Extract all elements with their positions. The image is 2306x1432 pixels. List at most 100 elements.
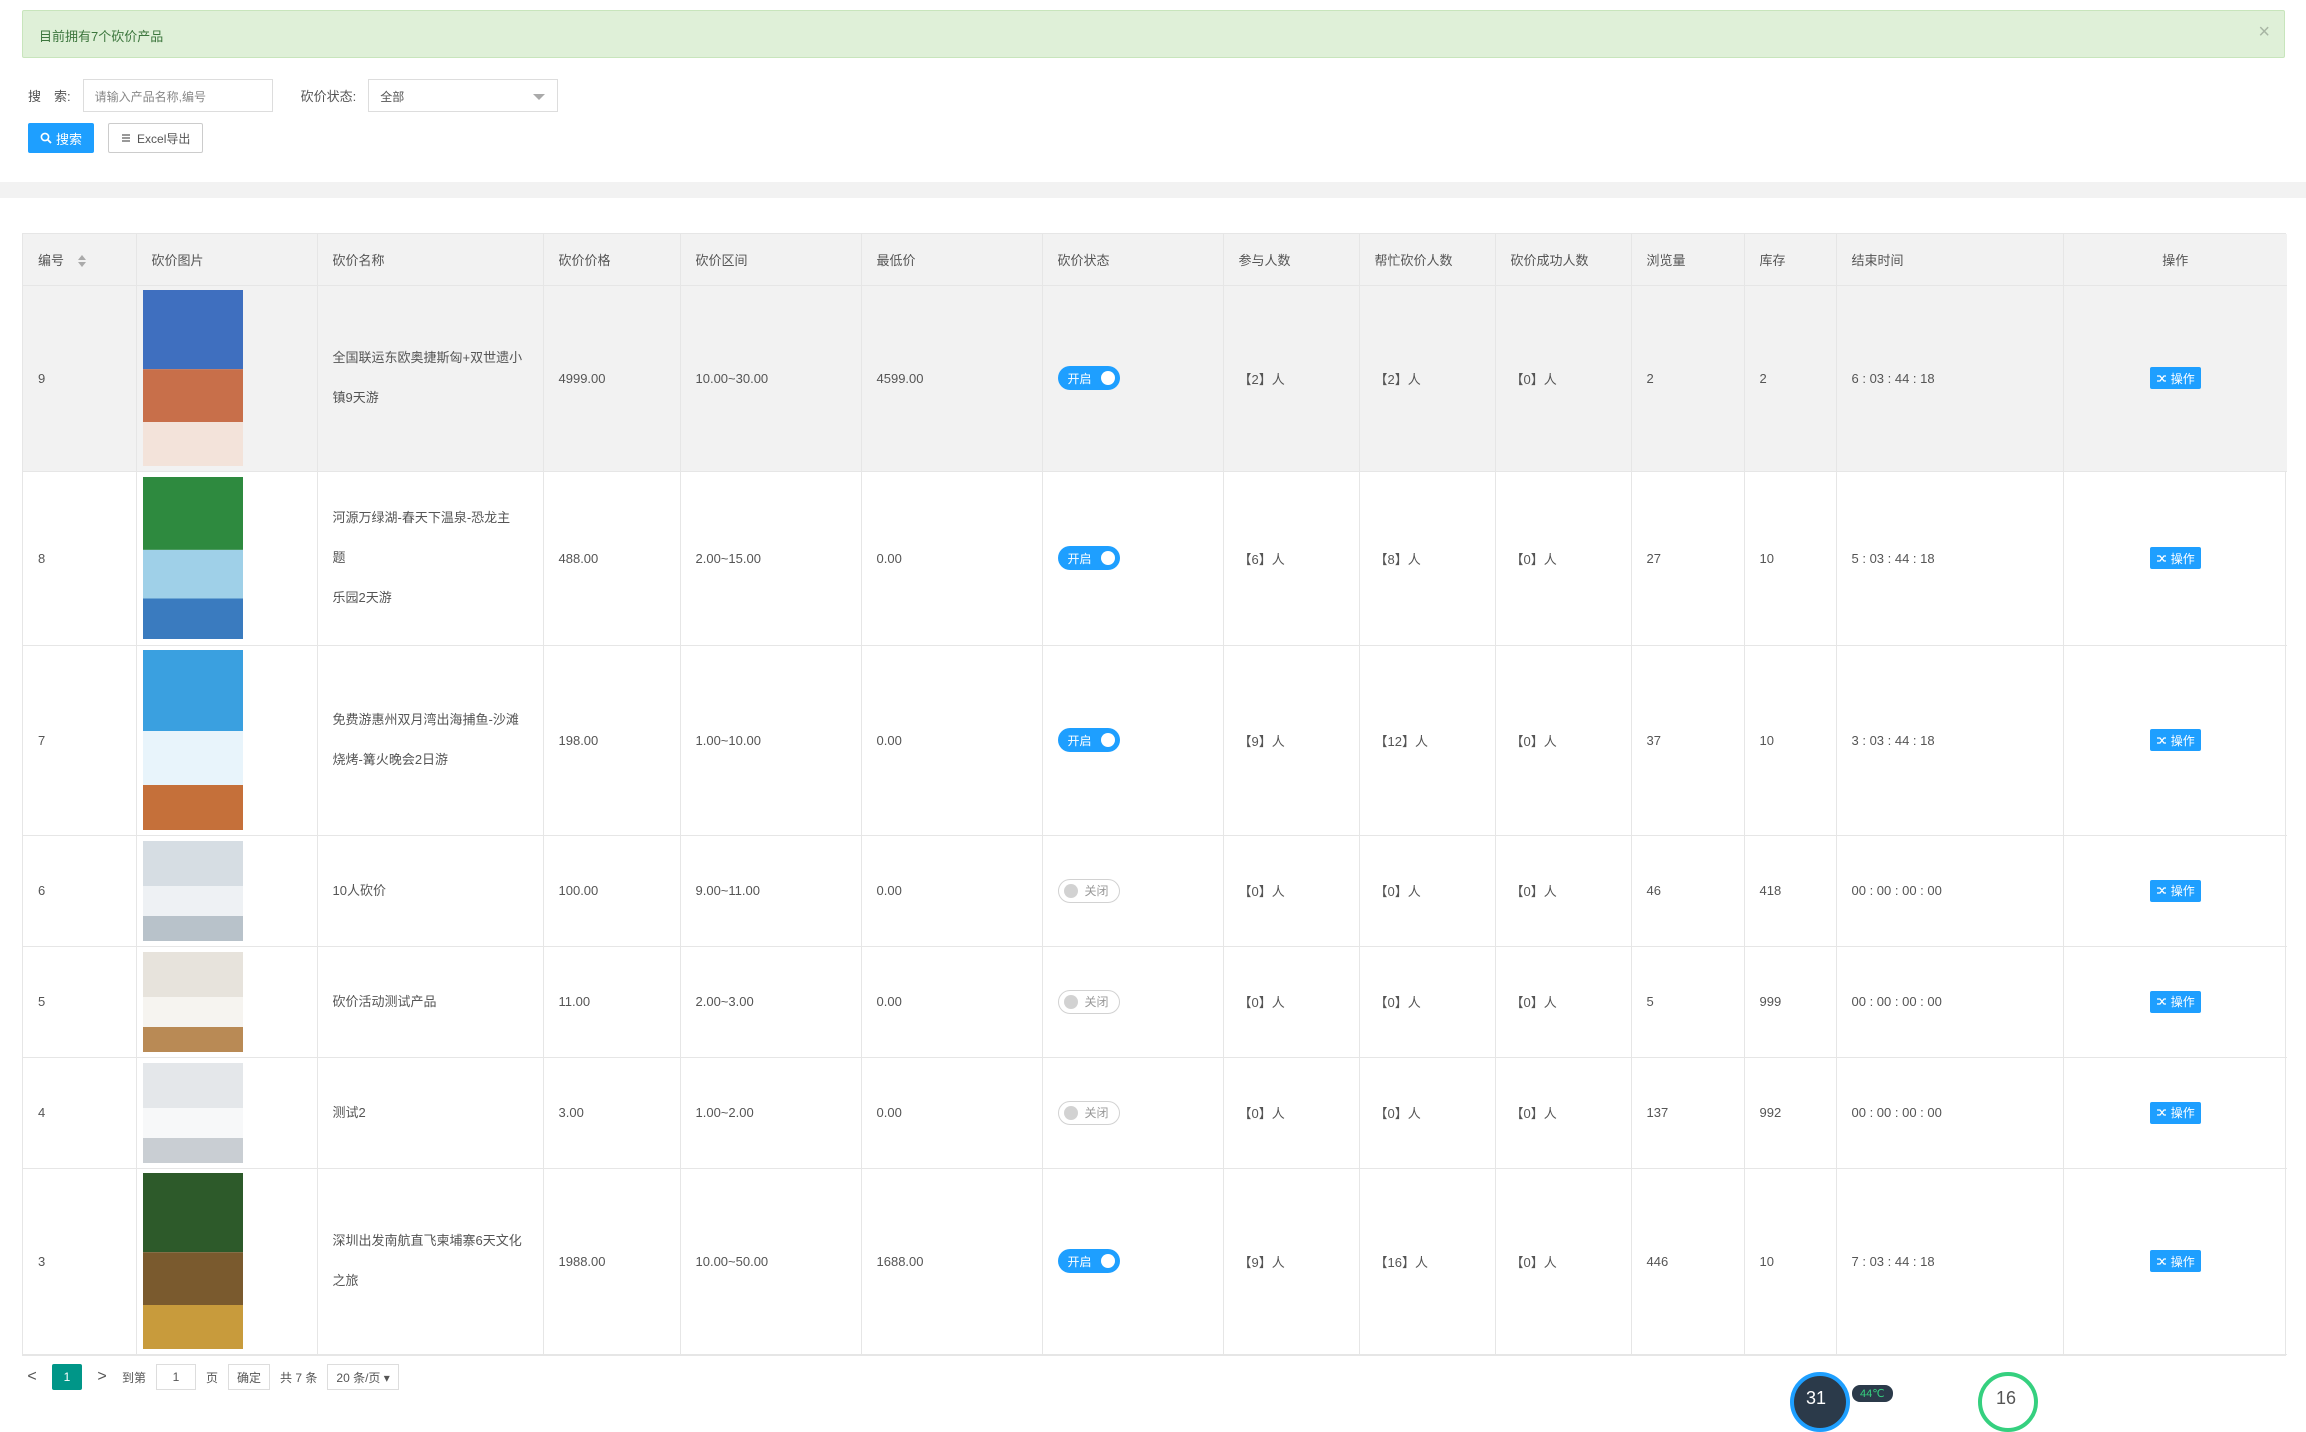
- col-stock-header: 库存: [1744, 234, 1837, 286]
- status-select[interactable]: 全部: [368, 78, 559, 112]
- product-image: [142, 1062, 243, 1163]
- name-line-1: 10人砍价: [332, 882, 386, 898]
- table-row: 3 深圳出发南航直飞柬埔寨6天文化 之旅 1988.00 10.00~50.00 1688…: [23, 1168, 2287, 1355]
- cell-help: 【2】人: [1359, 285, 1496, 472]
- search-input[interactable]: 请输入产品名称,编号: [82, 78, 273, 112]
- status-toggle[interactable]: 开启: [1057, 1249, 1120, 1273]
- pagination: < 1 > 到第 1 页 确定 共 7 条 20 条/页 ▾: [22, 1361, 399, 1393]
- status-toggle-label: 关闭: [1084, 1106, 1109, 1120]
- table-row: 4 测试2 3.00 1.00~2.00 0.00 关闭 【0】人 【0】人 【0】人 137 99…: [23, 1057, 2287, 1169]
- operate-button-label: 操作: [2170, 995, 2195, 1009]
- excel-export-button[interactable]: Excel导出: [108, 123, 204, 153]
- cell-action: 操作: [2063, 1168, 2287, 1355]
- name-line-2: 镇9天游: [332, 390, 379, 405]
- status-toggle[interactable]: 关闭: [1057, 1100, 1120, 1125]
- operate-button[interactable]: 操作: [2149, 879, 2201, 902]
- product-image: [142, 951, 243, 1052]
- cell-range: 2.00~3.00: [680, 946, 862, 1058]
- alert-text: 目前拥有7个砍价产品: [39, 29, 164, 44]
- product-image: [142, 290, 243, 466]
- goto-page-input[interactable]: 1: [156, 1364, 197, 1390]
- goto-label: 到第: [122, 1370, 147, 1385]
- status-toggle[interactable]: 开启: [1057, 366, 1120, 390]
- prev-page-icon[interactable]: <: [22, 1368, 42, 1386]
- cell-views: 446: [1631, 1168, 1745, 1355]
- table-row: 8 河源万绿湖-春天下温泉-恐龙主题 乐园2天游 488.00 2.00~15.00 0.…: [23, 471, 2287, 646]
- cell-status: 关闭: [1042, 946, 1224, 1058]
- total-count: 共 7 条: [280, 1370, 318, 1385]
- operate-button[interactable]: 操作: [2149, 1250, 2201, 1272]
- cell-id: 5: [23, 946, 137, 1058]
- product-image: [142, 650, 243, 830]
- col-id-header[interactable]: 编号: [23, 234, 137, 286]
- list-icon: [122, 134, 131, 142]
- page-size-select[interactable]: 20 条/页 ▾: [327, 1364, 399, 1390]
- operate-button[interactable]: 操作: [2149, 729, 2201, 751]
- cell-price: 100.00: [543, 835, 681, 947]
- cpu-gauge-widget: 31: [1790, 1372, 1850, 1432]
- cell-join: 【0】人: [1223, 946, 1360, 1058]
- filter-bar: 搜 索: 请输入产品名称,编号 砍价状态: 全部: [28, 78, 559, 112]
- cell-name: 测试2: [317, 1057, 544, 1169]
- status-toggle-label: 开启: [1067, 1254, 1092, 1269]
- status-toggle-label: 关闭: [1084, 884, 1109, 898]
- status-toggle[interactable]: 关闭: [1057, 989, 1120, 1014]
- cell-min: 0.00: [861, 645, 1043, 836]
- next-page-icon[interactable]: >: [92, 1368, 112, 1386]
- cell-join: 【0】人: [1223, 1057, 1360, 1169]
- cell-image: [136, 471, 318, 646]
- operate-button[interactable]: 操作: [2149, 547, 2201, 569]
- status-toggle[interactable]: 开启: [1057, 728, 1120, 752]
- cell-image: [136, 645, 318, 836]
- section-divider: [0, 182, 2306, 198]
- col-status-header: 砍价状态: [1042, 234, 1224, 286]
- status-toggle[interactable]: 开启: [1057, 546, 1120, 570]
- goto-confirm-button[interactable]: 确定: [228, 1364, 271, 1390]
- operate-button[interactable]: 操作: [2149, 367, 2201, 389]
- shuffle-icon: [2156, 887, 2166, 894]
- product-image: [142, 1173, 243, 1349]
- cpu-gauge-value: 31: [1806, 1388, 1827, 1408]
- operate-button[interactable]: 操作: [2149, 990, 2201, 1013]
- cell-action: 操作: [2063, 645, 2287, 836]
- name-line-1: 全国联运东欧奥捷斯匈+双世遗小: [332, 350, 523, 365]
- sort-icon[interactable]: [78, 255, 87, 268]
- cell-min: 0.00: [861, 946, 1043, 1058]
- cell-end-time: 7 : 03 : 44 : 18: [1836, 1168, 2064, 1355]
- cell-price: 198.00: [543, 645, 681, 836]
- search-button[interactable]: 搜索: [28, 123, 95, 153]
- cell-id: 3: [23, 1168, 137, 1355]
- operate-button[interactable]: 操作: [2149, 1101, 2201, 1124]
- status-select-value: 全部: [380, 89, 405, 104]
- cell-id: 7: [23, 645, 137, 836]
- cell-range: 10.00~50.00: [680, 1168, 862, 1355]
- cell-action: 操作: [2063, 285, 2287, 472]
- cell-image: [136, 1168, 318, 1355]
- col-image-header: 砍价图片: [136, 234, 318, 286]
- cell-name: 砍价活动测试产品: [317, 946, 544, 1058]
- close-icon[interactable]: ×: [2258, 22, 2270, 42]
- name-line-1: 河源万绿湖-春天下温泉-恐龙主题: [332, 510, 511, 565]
- status-toggle-label: 关闭: [1084, 995, 1109, 1009]
- cell-views: 27: [1631, 471, 1745, 646]
- cell-range: 1.00~10.00: [680, 645, 862, 836]
- memory-gauge-widget: 16: [1978, 1372, 2038, 1432]
- col-min-header: 最低价: [861, 234, 1043, 286]
- cell-help: 【0】人: [1359, 835, 1496, 947]
- cell-min: 0.00: [861, 1057, 1043, 1169]
- operate-button-label: 操作: [2170, 733, 2195, 748]
- cell-end-time: 00 : 00 : 00 : 00: [1836, 835, 2064, 947]
- col-id-label: 编号: [38, 252, 65, 268]
- cell-price: 1988.00: [543, 1168, 681, 1355]
- operate-button-label: 操作: [2170, 1254, 2195, 1269]
- cell-image: [136, 946, 318, 1058]
- page-1-button[interactable]: 1: [52, 1364, 82, 1390]
- cell-status: 开启: [1042, 285, 1224, 472]
- cell-success: 【0】人: [1495, 946, 1632, 1058]
- status-toggle-label: 开启: [1067, 733, 1092, 748]
- cell-views: 2: [1631, 285, 1745, 472]
- status-toggle[interactable]: 关闭: [1057, 878, 1120, 903]
- operate-button-label: 操作: [2170, 884, 2195, 898]
- cell-action: 操作: [2063, 471, 2287, 646]
- cell-action: 操作: [2063, 835, 2287, 947]
